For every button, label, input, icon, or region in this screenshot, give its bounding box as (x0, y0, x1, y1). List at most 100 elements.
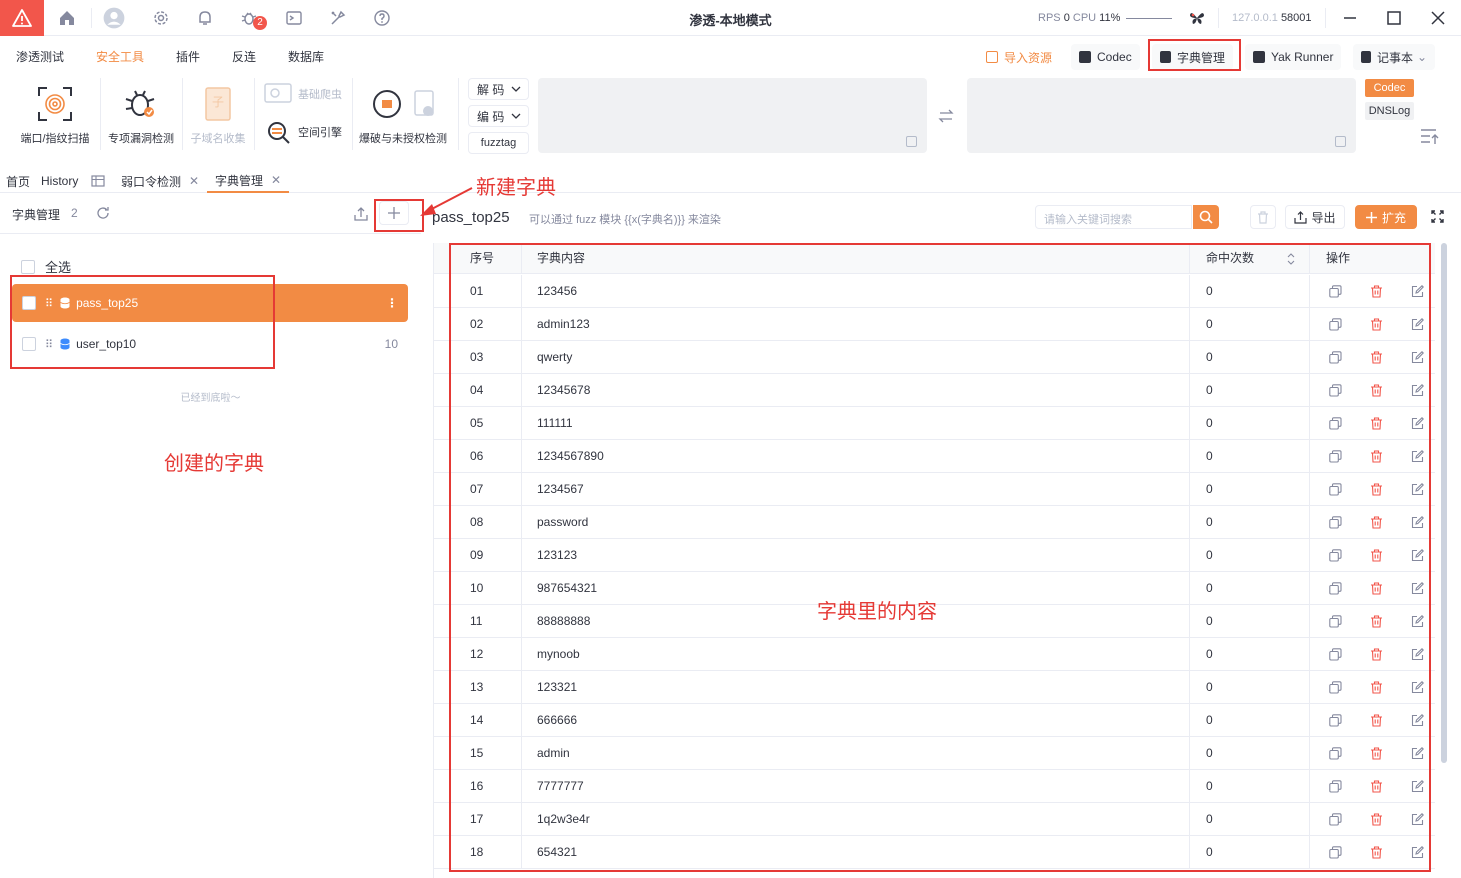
table-row[interactable]: 17 1q2w3e4r 0 (434, 803, 1435, 836)
select-all[interactable]: 全选 (21, 257, 71, 276)
settings-gear-icon[interactable] (150, 7, 172, 29)
collapse-toolbar-icon[interactable] (1420, 128, 1440, 149)
port-scan-tool[interactable]: 端口/指纹扫描 (18, 84, 92, 146)
side-tab-dnslog[interactable]: DNSLog (1365, 102, 1414, 120)
table-row[interactable]: 07 1234567 0 (434, 473, 1435, 506)
copy-icon[interactable] (906, 136, 917, 147)
notification-bell-icon[interactable] (194, 7, 216, 29)
batch-delete-button[interactable] (1250, 205, 1276, 229)
expand-dict-button[interactable]: 扩充 (1355, 205, 1417, 229)
table-row[interactable]: 06 1234567890 0 (434, 440, 1435, 473)
drag-handle-icon[interactable]: ⠿ (45, 297, 53, 310)
table-row[interactable]: 02 admin123 0 (434, 308, 1435, 341)
menu-security-tools[interactable]: 安全工具 (96, 48, 144, 66)
home-icon[interactable] (56, 7, 78, 29)
table-row[interactable]: 14 666666 0 (434, 704, 1435, 737)
space-engine-tool[interactable]: 空间引擎 (264, 118, 342, 146)
menu-database[interactable]: 数据库 (288, 48, 324, 66)
maximize-button[interactable] (1384, 8, 1404, 28)
table-scrollbar[interactable] (1441, 243, 1447, 763)
row-number: 07 (454, 473, 522, 506)
sort-icon[interactable] (1287, 253, 1295, 265)
table-row[interactable]: 04 12345678 0 (434, 374, 1435, 407)
table-row[interactable]: 16 7777777 0 (434, 770, 1435, 803)
row-number: 03 (454, 341, 522, 374)
close-window-button[interactable] (1428, 8, 1448, 28)
more-options-icon[interactable]: ⋮ (386, 296, 398, 310)
menu-plugins[interactable]: 插件 (176, 48, 200, 66)
new-dict-button[interactable] (379, 201, 409, 225)
menu-reverse[interactable]: 反连 (232, 48, 256, 66)
encode-select[interactable]: 编 码 (468, 105, 529, 127)
dict-item-user-top10[interactable]: ⠿ user_top10 10 (12, 325, 408, 363)
table-row[interactable]: 13 123321 0 (434, 671, 1435, 704)
swap-icon[interactable] (938, 108, 954, 127)
search-icon (1199, 210, 1213, 224)
tab-grid-icon[interactable] (91, 169, 105, 193)
search-button[interactable] (1193, 205, 1219, 229)
codec-input-area[interactable] (538, 78, 927, 153)
row-hits: 0 (1190, 308, 1310, 341)
tab-dict-manage[interactable]: 字典管理 ✕ (207, 169, 290, 193)
menu-pentest[interactable]: 渗透测试 (16, 48, 64, 66)
drag-handle-icon[interactable]: ⠿ (45, 338, 53, 351)
save-icon (1160, 51, 1171, 63)
select-all-checkbox[interactable] (21, 259, 35, 274)
column-header-content: 字典内容 (522, 243, 1190, 274)
row-hits: 0 (1190, 473, 1310, 506)
vuln-check-tool[interactable]: 专项漏洞检测 (105, 84, 177, 146)
upload-icon[interactable] (353, 206, 369, 222)
close-tab-icon[interactable]: ✕ (271, 173, 281, 187)
refresh-icon[interactable] (96, 206, 110, 220)
yak-runner-button[interactable]: Yak Runner (1245, 44, 1342, 70)
row-hits: 0 (1190, 638, 1310, 671)
table-row[interactable]: 09 123123 0 (434, 539, 1435, 572)
dict-checkbox[interactable] (22, 296, 36, 310)
tab-history[interactable]: History (41, 169, 78, 193)
terminal-icon[interactable] (283, 7, 305, 29)
table-row[interactable]: 01 123456 0 (434, 275, 1435, 308)
render-hint: 可以通过 fuzz 模块 {{x(字典名)}} 来渲染 (529, 214, 721, 226)
dict-item-pass-top25[interactable]: ⠿ pass_top25 ⋮ (12, 284, 408, 322)
copy-icon[interactable] (1335, 136, 1346, 147)
tab-home[interactable]: 首页 (6, 169, 30, 193)
row-number: 15 (454, 737, 522, 770)
fullscreen-icon[interactable] (1431, 210, 1444, 226)
row-number: 11 (454, 605, 522, 638)
dict-manage-button[interactable]: 字典管理 (1152, 44, 1234, 70)
user-avatar-icon[interactable] (103, 7, 125, 29)
table-row[interactable]: 05 111111 0 (434, 407, 1435, 440)
keyword-search-input[interactable]: 请输入关键词搜索 (1035, 205, 1192, 229)
tab-weak-password[interactable]: 弱口令检测 ✕ (121, 169, 199, 193)
table-row[interactable]: 15 admin 0 (434, 737, 1435, 770)
row-content: 666666 (522, 704, 1190, 737)
codec-button[interactable]: Codec (1071, 44, 1140, 70)
subdomain-tool[interactable]: 子 子域名收集 (187, 84, 249, 146)
app-logo-icon[interactable] (0, 0, 44, 36)
tools-icon[interactable] (327, 7, 349, 29)
row-number: 06 (454, 440, 522, 473)
decode-select[interactable]: 解 码 (468, 78, 529, 100)
help-icon[interactable] (371, 7, 393, 29)
side-tab-codec[interactable]: Codec (1365, 79, 1414, 97)
minimize-button[interactable] (1340, 8, 1360, 28)
dict-checkbox[interactable] (22, 337, 36, 351)
close-tab-icon[interactable]: ✕ (189, 174, 199, 188)
table-row[interactable]: 18 654321 0 (434, 836, 1435, 869)
table-row[interactable]: 08 password 0 (434, 506, 1435, 539)
brute-force-tool[interactable]: 爆破与未授权检测 (357, 84, 449, 146)
table-row[interactable]: 03 qwerty 0 (434, 341, 1435, 374)
fuzztag-button[interactable]: fuzztag (468, 132, 529, 154)
crawler-tool[interactable]: 基础爬虫 (264, 82, 342, 106)
table-row[interactable]: 12 mynoob 0 (434, 638, 1435, 671)
codec-output-area[interactable] (967, 78, 1356, 153)
row-content: 123321 (522, 671, 1190, 704)
notebook-button[interactable]: 记事本 ⌄ (1353, 44, 1436, 70)
annotation-created-dicts-label: 创建的字典 (164, 453, 264, 475)
row-hits: 0 (1190, 671, 1310, 704)
column-header-hits[interactable]: 命中次数 (1190, 243, 1310, 274)
row-content: 123123 (522, 539, 1190, 572)
import-resource-button[interactable]: 导入资源 (978, 44, 1060, 70)
row-hits: 0 (1190, 275, 1310, 308)
export-button[interactable]: 导出 (1285, 205, 1345, 229)
